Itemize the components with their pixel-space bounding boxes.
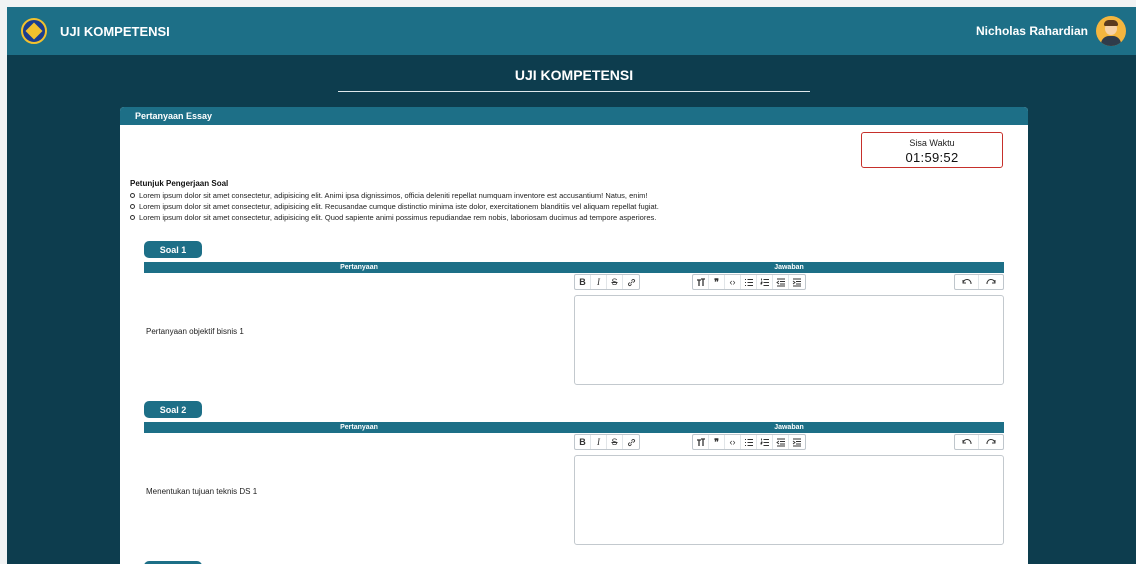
heading-icon[interactable]	[693, 435, 709, 449]
essay-card: Pertanyaan Essay Sisa Waktu 01:59:52 Pet…	[120, 107, 1028, 564]
timer-value: 01:59:52	[905, 150, 959, 165]
redo-icon[interactable]	[979, 435, 1003, 449]
heading-icon[interactable]	[693, 275, 709, 289]
question-badge[interactable]: Soal 2	[144, 401, 202, 418]
outdent-icon[interactable]	[773, 275, 789, 289]
main-area: UJI KOMPETENSI Pertanyaan Essay Sisa Wak…	[7, 55, 1136, 564]
outdent-icon[interactable]	[773, 435, 789, 449]
undo-icon[interactable]	[955, 435, 979, 449]
italic-button[interactable]: I	[591, 435, 607, 449]
quote-icon[interactable]: ❞	[709, 435, 725, 449]
indent-icon[interactable]	[789, 435, 805, 449]
question-text: Menentukan tujuan teknis DS 1	[146, 487, 258, 496]
instruction-item: Lorem ipsum dolor sit amet consectetur, …	[130, 212, 1010, 223]
link-icon[interactable]	[623, 275, 639, 289]
bullet-list-icon[interactable]	[741, 435, 757, 449]
user-name[interactable]: Nicholas Rahardian	[976, 24, 1088, 38]
answer-editor[interactable]	[574, 295, 1004, 385]
quote-icon[interactable]: ❞	[709, 275, 725, 289]
question-table: Pertanyaan Jawaban Menentukan tujuan tek…	[144, 422, 1004, 547]
answer-cell: B I S ❞ ‹›	[574, 433, 1004, 547]
instruction-item: Lorem ipsum dolor sit amet consectetur, …	[130, 201, 1010, 212]
question-table: Pertanyaan Jawaban Pertanyaan objektif b…	[144, 262, 1004, 387]
editor-toolbar: B I S ❞ ‹›	[574, 274, 1004, 290]
card-header: Pertanyaan Essay	[120, 107, 1028, 125]
column-header-question: Pertanyaan	[340, 424, 378, 431]
question-block-1: Soal 1 Pertanyaan Jawaban Pertanyaan obj…	[144, 241, 1004, 387]
bold-button[interactable]: B	[575, 435, 591, 449]
undo-icon[interactable]	[955, 275, 979, 289]
question-cell: Pertanyaan objektif bisnis 1	[144, 273, 574, 387]
question-cell: Menentukan tujuan teknis DS 1	[144, 433, 574, 547]
avatar[interactable]	[1096, 16, 1126, 46]
answer-editor[interactable]	[574, 455, 1004, 545]
numbered-list-icon[interactable]	[757, 275, 773, 289]
strikethrough-button[interactable]: S	[607, 435, 623, 449]
bullet-list-icon[interactable]	[741, 275, 757, 289]
column-header-answer: Jawaban	[774, 424, 804, 431]
link-icon[interactable]	[623, 435, 639, 449]
table-header: Pertanyaan Jawaban	[144, 262, 1004, 273]
page-title: UJI KOMPETENSI	[338, 67, 810, 92]
question-block-2: Soal 2 Pertanyaan Jawaban Menentukan tuj…	[144, 401, 1004, 547]
indent-icon[interactable]	[789, 275, 805, 289]
top-navbar: UJI KOMPETENSI Nicholas Rahardian	[7, 7, 1136, 55]
question-badge[interactable]: Soal 1	[144, 241, 202, 258]
app-title[interactable]: UJI KOMPETENSI	[60, 24, 170, 39]
editor-toolbar: B I S ❞ ‹›	[574, 434, 1004, 450]
countdown-timer: Sisa Waktu 01:59:52	[861, 132, 1003, 168]
italic-button[interactable]: I	[591, 275, 607, 289]
numbered-list-icon[interactable]	[757, 435, 773, 449]
column-header-answer: Jawaban	[774, 264, 804, 271]
university-logo-icon[interactable]	[21, 18, 47, 44]
instructions: Petunjuk Pengerjaan Soal Lorem ipsum dol…	[130, 179, 1010, 223]
answer-cell: B I S ❞ ‹›	[574, 273, 1004, 387]
instructions-title: Petunjuk Pengerjaan Soal	[130, 179, 229, 188]
instruction-item: Lorem ipsum dolor sit amet consectetur, …	[130, 190, 1010, 201]
redo-icon[interactable]	[979, 275, 1003, 289]
code-icon[interactable]: ‹›	[725, 435, 741, 449]
question-text: Pertanyaan objektif bisnis 1	[146, 327, 244, 336]
strikethrough-button[interactable]: S	[607, 275, 623, 289]
code-icon[interactable]: ‹›	[725, 275, 741, 289]
timer-label: Sisa Waktu	[909, 138, 955, 148]
bold-button[interactable]: B	[575, 275, 591, 289]
column-header-question: Pertanyaan	[340, 264, 378, 271]
table-header: Pertanyaan Jawaban	[144, 422, 1004, 433]
